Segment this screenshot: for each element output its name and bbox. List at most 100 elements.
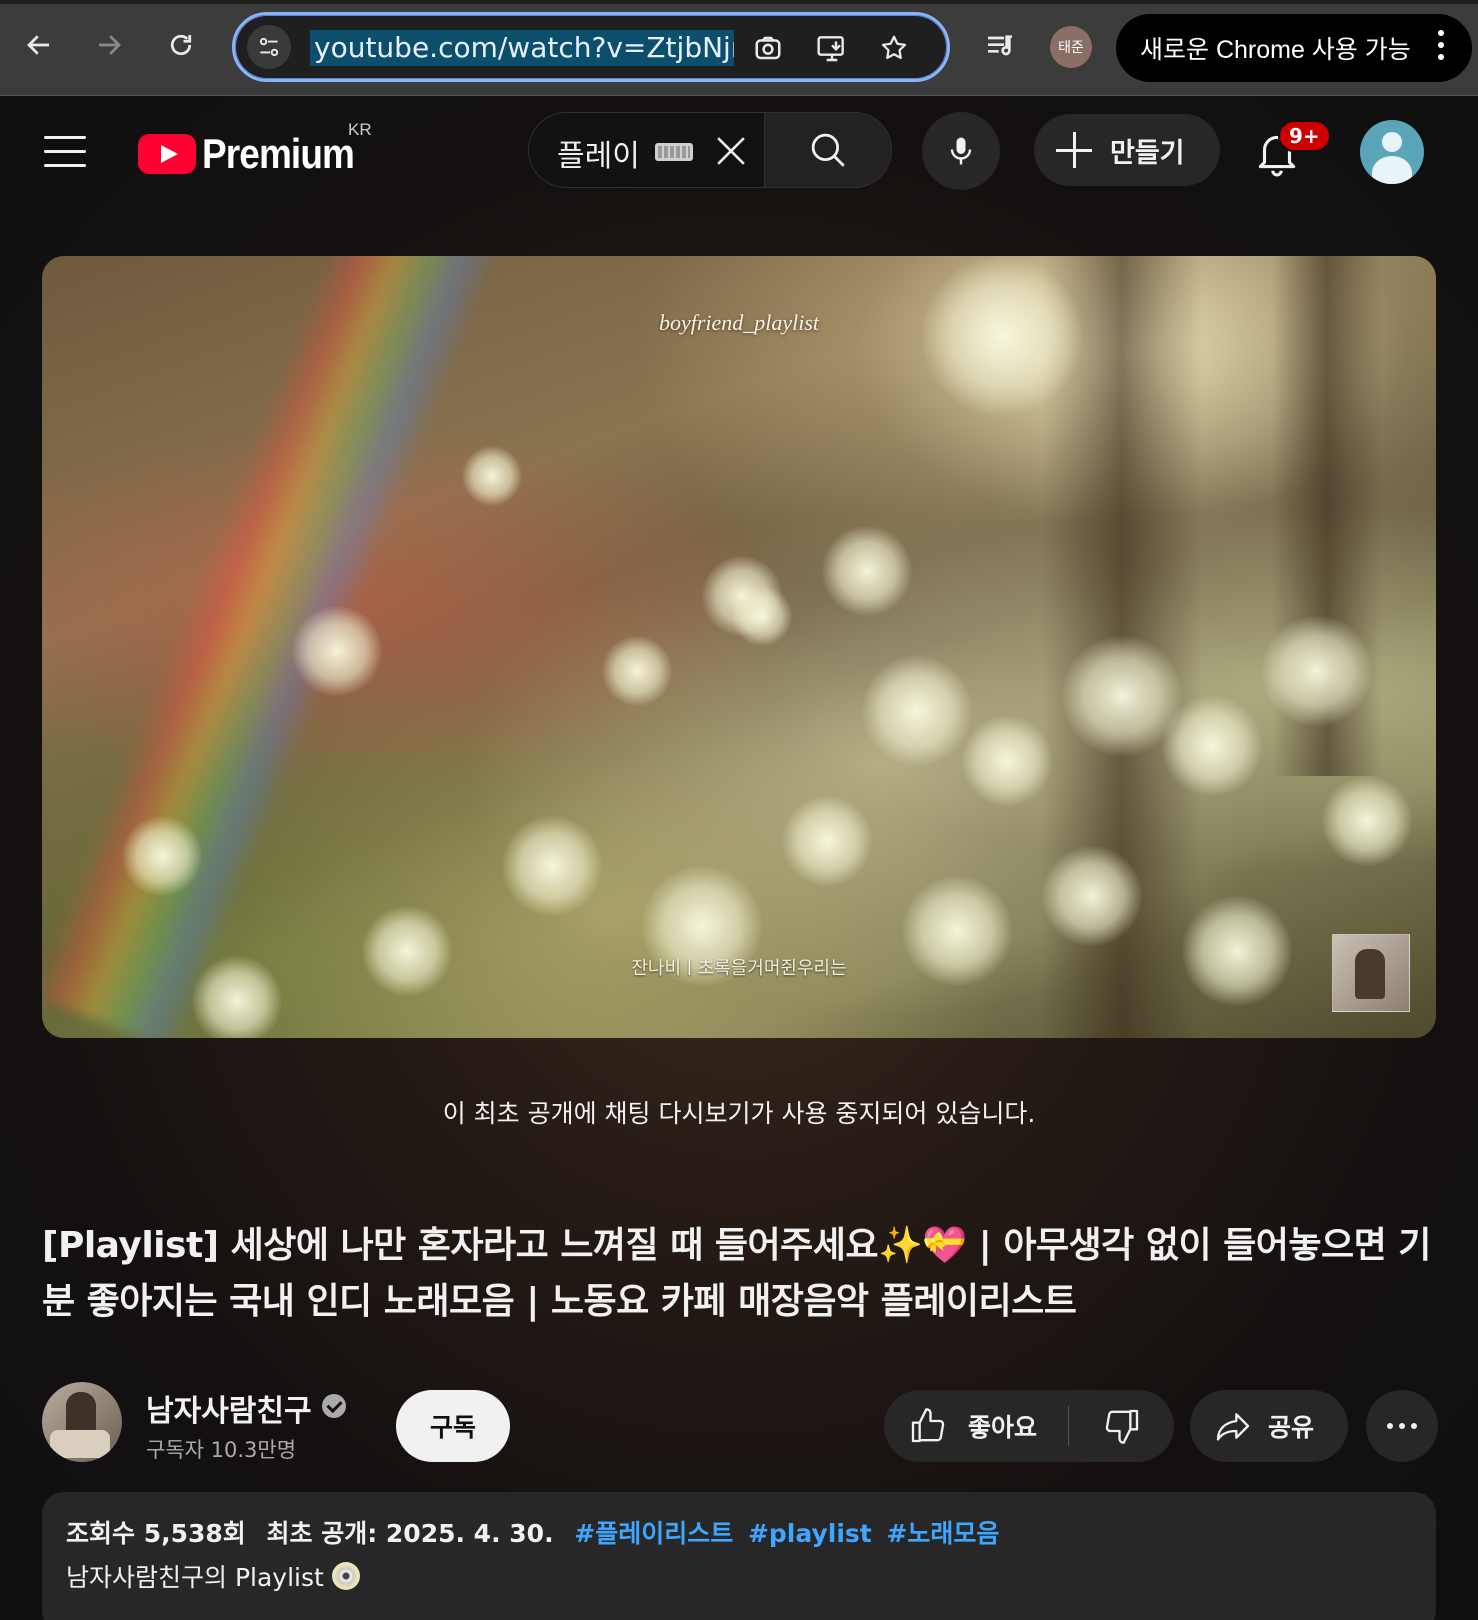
flower (862, 656, 972, 766)
plus-icon (1056, 132, 1092, 168)
url-text[interactable]: youtube.com/watch?v=ZtjbNjn6I (310, 30, 734, 66)
media-controls-button[interactable] (978, 24, 1022, 68)
bookmark-button[interactable] (871, 25, 917, 71)
flower (822, 526, 912, 616)
like-dislike-group: 좋아요 (884, 1390, 1174, 1462)
verified-badge-icon (322, 1394, 346, 1418)
flower (292, 606, 382, 696)
create-button[interactable]: 만들기 (1034, 114, 1220, 186)
menu-icon[interactable] (44, 136, 86, 170)
avatar-body (1372, 156, 1412, 184)
flower (1262, 616, 1372, 726)
share-label: 공유 (1268, 1413, 1315, 1442)
channel-watermark[interactable] (1332, 934, 1410, 1012)
channel-name[interactable]: 남자사람친구 (146, 1386, 312, 1430)
flower (782, 796, 872, 886)
divider (1068, 1406, 1069, 1446)
site-info-button[interactable] (247, 25, 291, 69)
view-count: 조회수 5,538회 (66, 1519, 246, 1548)
address-bar[interactable]: youtube.com/watch?v=ZtjbNjn6I (232, 12, 950, 82)
install-desktop-icon (817, 36, 844, 62)
queue-music-icon (988, 35, 1012, 56)
like-button[interactable]: 좋아요 (884, 1390, 1068, 1462)
clear-search-button[interactable] (709, 129, 753, 173)
flower (462, 446, 522, 506)
hashtag-link[interactable]: #playlist (748, 1519, 872, 1548)
more-actions-button[interactable] (1366, 1390, 1438, 1462)
arrow-left-icon (27, 35, 49, 55)
chrome-update-button[interactable]: 새로운 Chrome 사용 가능 (1116, 14, 1472, 82)
video-title: [Playlist] 세상에 나만 혼자라고 느껴질 때 들어주세요✨💝 | 아… (42, 1225, 1431, 1322)
arrow-right-icon (99, 35, 121, 55)
share-arrow-icon (1216, 1413, 1250, 1441)
like-label: 좋아요 (968, 1413, 1038, 1442)
description-line: 남자사람친구의 Playlist (66, 1558, 1412, 1594)
forward-button[interactable] (86, 22, 132, 68)
flower (962, 716, 1052, 806)
chat-replay-notice: 이 최초 공개에 채팅 다시보기가 사용 중지되어 있습니다. (442, 1099, 1036, 1128)
masthead: Premium KR 플레이 만들기 9+ (0, 96, 1478, 208)
premiere-date: 최초 공개: 2025. 4. 30. (266, 1519, 554, 1548)
dvd-disc-icon (331, 1562, 360, 1590)
tune-icon (259, 37, 279, 57)
description-text: 남자사람친구의 Playlist (66, 1563, 324, 1592)
logo-country-code: KR (348, 120, 372, 139)
flower (732, 586, 792, 646)
rainbow-light-leak (42, 256, 515, 1038)
chrome-update-label: 새로운 Chrome 사용 가능 (1140, 36, 1411, 64)
now-playing-credit: 잔나비ㅣ초록을거머쥔우리는 (631, 958, 847, 979)
flower (362, 906, 452, 996)
flower (1322, 776, 1412, 866)
dot (1387, 1423, 1393, 1429)
share-button[interactable]: 공유 (1190, 1390, 1348, 1462)
kebab-menu-icon (1438, 30, 1446, 66)
search-input[interactable]: 플레이 (528, 112, 764, 188)
hashtag-link[interactable]: #노래모음 (886, 1519, 999, 1548)
video-player[interactable]: boyfriend_playlist 잔나비ㅣ초록을거머쥔우리는 (42, 256, 1436, 1038)
logo-wordmark: Premium (202, 130, 355, 177)
dislike-button[interactable] (1070, 1390, 1174, 1462)
flower (1182, 896, 1292, 1006)
close-icon (717, 137, 745, 165)
subscribe-button[interactable]: 구독 (396, 1390, 510, 1462)
profile-avatar[interactable]: 태준 (1050, 26, 1092, 68)
back-button[interactable] (16, 22, 62, 68)
video-overlay-title: boyfriend_playlist (658, 310, 820, 335)
search-icon (811, 133, 845, 167)
dot (1411, 1423, 1417, 1429)
flower (122, 816, 202, 896)
voice-search-button[interactable] (922, 112, 1000, 190)
tab-strip (0, 0, 1478, 4)
description-meta: 조회수 5,538회 최초 공개: 2025. 4. 30. #플레이리스트 #… (66, 1514, 1412, 1550)
youtube-play-icon (138, 134, 196, 174)
flower (602, 636, 672, 706)
youtube-page: Premium KR 플레이 만들기 9+ boyfriend_playlist… (0, 96, 1478, 1620)
lens-camera-icon (755, 36, 781, 60)
sun-glare (922, 256, 1082, 416)
reload-icon (170, 34, 192, 56)
subscriber-count: 구독자 10.3만명 (146, 1438, 297, 1462)
description-box[interactable]: 조회수 5,538회 최초 공개: 2025. 4. 30. #플레이리스트 #… (42, 1492, 1436, 1620)
channel-avatar[interactable] (42, 1382, 122, 1462)
hashtag-link[interactable]: #플레이리스트 (574, 1519, 733, 1548)
avatar-head (1382, 132, 1402, 152)
browser-toolbar: youtube.com/watch?v=ZtjbNjn6I 태준 새로운 Chr… (0, 0, 1478, 96)
youtube-premium-logo[interactable]: Premium KR (138, 120, 375, 177)
keyboard-icon[interactable] (655, 143, 693, 161)
flower (1162, 696, 1262, 796)
install-app-button[interactable] (809, 25, 855, 71)
google-lens-button[interactable] (745, 25, 791, 71)
notification-badge: 9+ (1278, 120, 1331, 152)
create-label: 만들기 (1110, 137, 1185, 169)
star-icon (881, 35, 907, 59)
microphone-icon (950, 137, 972, 165)
account-avatar[interactable] (1360, 120, 1424, 184)
dot (1399, 1423, 1405, 1429)
thumbs-up-icon (911, 1408, 945, 1443)
flower (1042, 846, 1142, 946)
thumbs-down-icon (1105, 1409, 1139, 1444)
reload-button[interactable] (158, 22, 204, 68)
flower (502, 816, 602, 916)
search-query[interactable]: 플레이 (557, 131, 640, 175)
search-button[interactable] (764, 112, 892, 188)
